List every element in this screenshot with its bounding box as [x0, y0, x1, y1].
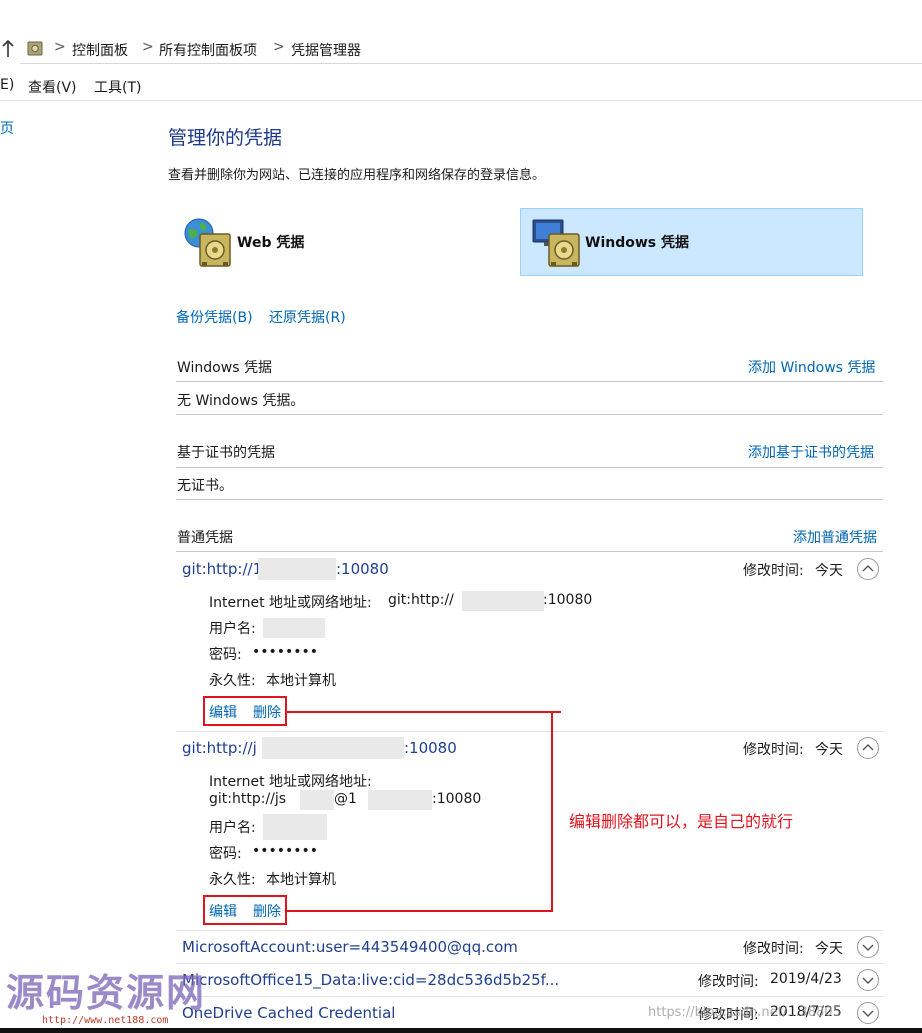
credential-name[interactable]: OneDrive Cached Credential [182, 1004, 395, 1022]
modified-label: 修改时间: [743, 742, 804, 758]
redacted-area [263, 618, 325, 638]
windows-section-title: Windows 凭据 [177, 360, 272, 376]
username-label: 用户名: [209, 820, 256, 836]
menu-view[interactable]: 查看(V) [28, 77, 77, 97]
delete-link[interactable]: 删除 [253, 702, 281, 722]
divider [176, 731, 883, 732]
windows-credentials-label: Windows 凭据 [585, 235, 689, 251]
redacted-area [368, 790, 432, 810]
modified-date: 今天 [815, 742, 843, 758]
breadcrumb-separator: > [54, 39, 66, 55]
address-label: Internet 地址或网络地址: [209, 595, 372, 611]
persistence-value: 本地计算机 [266, 673, 336, 689]
annotation-line [287, 910, 553, 912]
credential-name-suffix: :10080 [336, 560, 389, 578]
annotation-text: 编辑删除都可以，是自己的就行 [569, 812, 794, 831]
address-bar[interactable] [20, 34, 922, 64]
windows-empty-text: 无 Windows 凭据。 [177, 393, 305, 409]
add-windows-credential-link[interactable]: 添加 Windows 凭据 [748, 357, 875, 377]
modified-date: 2019/4/23 [770, 971, 842, 987]
credential-name[interactable]: MicrosoftAccount:user=443549400@qq.com [182, 938, 518, 956]
redacted-area [263, 814, 327, 840]
add-certificate-credential-link[interactable]: 添加基于证书的凭据 [748, 442, 874, 462]
address-mid: @1 [334, 791, 357, 807]
certificate-empty-text: 无证书。 [177, 478, 233, 494]
annotation-line [287, 711, 561, 713]
credential-name[interactable]: git:http://1 [182, 560, 262, 578]
windows-credentials-icon [531, 216, 583, 268]
redacted-area [300, 790, 334, 810]
modified-date: 今天 [815, 941, 843, 957]
credential-name-suffix: :10080 [404, 739, 457, 757]
bottom-edge [0, 1028, 922, 1033]
credential-name[interactable]: MicrosoftOffice15_Data:live:cid=28dc536d… [182, 971, 559, 989]
persistence-value: 本地计算机 [266, 872, 336, 888]
up-arrow-icon[interactable] [0, 38, 16, 62]
add-generic-credential-link[interactable]: 添加普通凭据 [793, 527, 877, 547]
certificate-section-title: 基于证书的凭据 [177, 445, 275, 461]
address-label: Internet 地址或网络地址: [209, 774, 372, 790]
password-value: •••••••• [252, 843, 319, 859]
divider [176, 930, 883, 931]
expand-chevron-icon[interactable] [857, 936, 879, 958]
username-label: 用户名: [209, 621, 256, 637]
breadcrumb-control-panel[interactable]: 控制面板 [72, 40, 128, 60]
divider [176, 381, 883, 382]
address-value: git:http://js [209, 791, 287, 807]
breadcrumb-credential-manager[interactable]: 凭据管理器 [291, 40, 361, 60]
credential-name[interactable]: git:http://j [182, 739, 257, 757]
breadcrumb-separator: > [142, 39, 154, 55]
divider [176, 467, 883, 468]
modified-label: 修改时间: [743, 563, 804, 579]
breadcrumb-all-items[interactable]: 所有控制面板项 [159, 40, 257, 60]
redacted-area [258, 558, 336, 580]
menu-edit[interactable]: E) [0, 77, 14, 93]
persistence-label: 永久性: [209, 673, 256, 689]
modified-label: 修改时间: [743, 941, 804, 957]
delete-link[interactable]: 删除 [253, 901, 281, 921]
page-title: 管理你的凭据 [168, 127, 283, 149]
password-value: •••••••• [252, 644, 319, 660]
address-suffix: :10080 [432, 791, 482, 807]
menu-tools[interactable]: 工具(T) [94, 77, 141, 97]
sidebar-home-link[interactable]: 页 [0, 118, 14, 138]
password-label: 密码: [209, 846, 242, 862]
restore-credentials-link[interactable]: 还原凭据(R) [269, 307, 346, 327]
watermark-url: http://www.net188.com [42, 1015, 169, 1026]
generic-section-title: 普通凭据 [177, 530, 233, 546]
modified-label: 修改时间: [698, 974, 759, 990]
address-suffix: :10080 [543, 592, 593, 608]
collapse-chevron-icon[interactable] [857, 737, 879, 759]
password-label: 密码: [209, 647, 242, 663]
modified-date: 今天 [815, 563, 843, 579]
control-panel-icon [26, 39, 44, 57]
collapse-chevron-icon[interactable] [857, 558, 879, 580]
divider [176, 996, 883, 997]
watermark-blog: https://blog.csdn.net/...38805 [648, 1005, 841, 1020]
redacted-area [462, 591, 544, 611]
edit-link[interactable]: 编辑 [209, 901, 237, 921]
persistence-label: 永久性: [209, 872, 256, 888]
page-description: 查看并删除你为网站、已连接的应用程序和网络保存的登录信息。 [168, 168, 546, 183]
watermark-logo: 源码资源网 [6, 971, 207, 1015]
divider [176, 963, 883, 964]
backup-credentials-link[interactable]: 备份凭据(B) [176, 307, 253, 327]
web-credentials-label: Web 凭据 [237, 235, 305, 251]
expand-chevron-icon[interactable] [857, 1002, 879, 1024]
web-credentials-icon [182, 216, 234, 268]
divider [176, 414, 883, 415]
redacted-area [262, 737, 404, 759]
divider [176, 499, 883, 500]
edit-link[interactable]: 编辑 [209, 702, 237, 722]
annotation-line [551, 711, 553, 912]
expand-chevron-icon[interactable] [857, 969, 879, 991]
breadcrumb-separator: > [273, 39, 285, 55]
address-value: git:http:// [388, 592, 454, 608]
